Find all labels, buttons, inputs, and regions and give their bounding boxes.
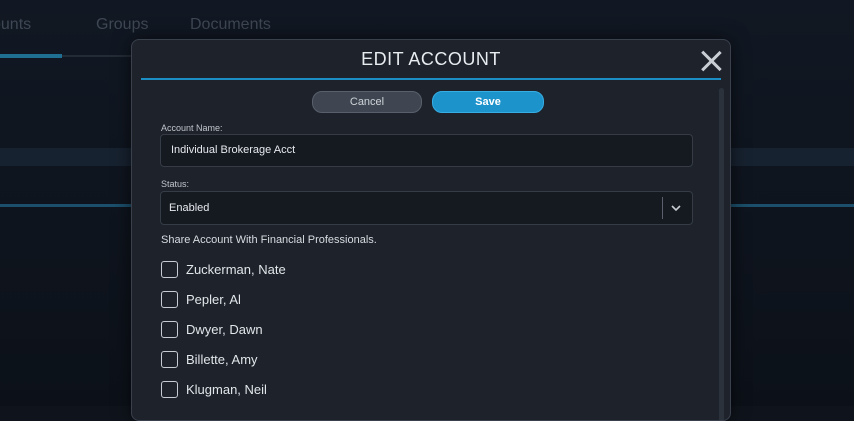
share-heading: Share Account With Financial Professiona…	[161, 234, 377, 246]
status-select-value: Enabled	[169, 202, 210, 214]
cancel-button[interactable]: Cancel	[312, 91, 422, 113]
modal-title: EDIT ACCOUNT	[361, 49, 501, 69]
edit-account-modal: EDIT ACCOUNT Cancel Save Account Name: I…	[131, 39, 731, 421]
checkbox[interactable]	[161, 381, 178, 398]
status-label: Status:	[161, 179, 190, 189]
professional-name: Dwyer, Dawn	[186, 322, 263, 337]
bg-tab-track	[62, 55, 142, 57]
checkbox[interactable]	[161, 261, 178, 278]
checkbox[interactable]	[161, 291, 178, 308]
bg-tab-active-indicator	[0, 54, 62, 58]
bg-tab-accounts[interactable]: ounts	[0, 16, 31, 34]
modal-scrollbar[interactable]	[719, 88, 724, 420]
professional-name: Billette, Amy	[186, 352, 258, 367]
chevron-down-icon[interactable]	[671, 203, 681, 213]
status-select[interactable]: Enabled	[160, 191, 693, 225]
close-icon[interactable]	[698, 48, 724, 74]
checkbox[interactable]	[161, 351, 178, 368]
select-divider	[662, 197, 663, 219]
professional-name: Pepler, Al	[186, 292, 241, 307]
save-button[interactable]: Save	[432, 91, 544, 113]
professional-name: Zuckerman, Nate	[186, 262, 286, 277]
bg-tab-groups[interactable]: Groups	[96, 16, 148, 34]
account-name-label: Account Name:	[161, 123, 223, 133]
bg-tab-documents[interactable]: Documents	[190, 16, 271, 34]
title-divider	[141, 78, 721, 80]
professional-name: Klugman, Neil	[186, 382, 267, 397]
checkbox[interactable]	[161, 321, 178, 338]
account-name-input[interactable]: Individual Brokerage Acct	[160, 134, 693, 167]
